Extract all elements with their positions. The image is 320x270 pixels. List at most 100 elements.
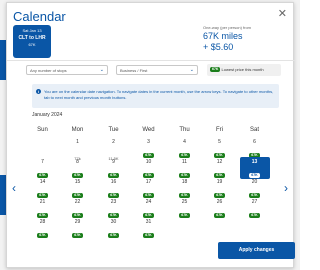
lowest-price-legend: 67K Lowest price this month	[207, 64, 281, 76]
calendar-day[interactable]: 30 67K	[99, 217, 129, 239]
day-number: 20	[251, 179, 258, 185]
calendar-day[interactable]: 12 67K	[205, 157, 235, 179]
price-summary: One-way (per person) from 67K miles + $5…	[203, 25, 251, 53]
previous-month-button[interactable]: ‹	[12, 182, 16, 194]
day-number: 4	[183, 139, 186, 145]
day-number: 18	[181, 179, 188, 185]
calendar-day[interactable]: 1 77k	[63, 137, 93, 161]
calendar-day[interactable]: 15 67K	[63, 177, 93, 199]
info-icon: i	[36, 89, 41, 94]
day-number: 3	[147, 139, 150, 145]
day-number: 24	[145, 199, 152, 205]
weekday-label: Sun	[37, 127, 48, 133]
day-number: 25	[181, 199, 188, 205]
day-number: 6	[253, 139, 256, 145]
legend-price-pill: 67K	[210, 67, 221, 73]
day-number: 27	[251, 199, 258, 205]
day-number: 8	[76, 159, 79, 165]
calendar-day[interactable]: 27 67K	[240, 197, 270, 219]
close-icon[interactable]: ✕	[278, 9, 287, 20]
calendar-day[interactable]: 28 67K	[28, 217, 58, 239]
day-price: 67K	[37, 233, 48, 239]
calendar-day[interactable]: 31 67K	[134, 217, 164, 239]
calendar-day[interactable]: 25 67K	[170, 197, 200, 219]
day-number: 21	[39, 199, 46, 205]
calendar-day[interactable]: 5 67K	[205, 137, 235, 159]
calendar-day[interactable]: 11 67K	[170, 157, 200, 179]
calendar-day[interactable]: 16 67K	[99, 177, 129, 199]
calendar-day[interactable]: 29 67K	[63, 217, 93, 239]
weekday-label: Wed	[142, 127, 155, 133]
calendar-day[interactable]: 14 67K	[28, 177, 58, 199]
price-miles: 67K miles	[203, 31, 243, 41]
selected-miles: 67K	[28, 42, 36, 47]
calendar-day[interactable]: 22 67K	[63, 197, 93, 219]
day-number: 22	[74, 199, 81, 205]
calendar-day[interactable]: 24 67K	[134, 197, 164, 219]
calendar-day[interactable]: 2 11.5K	[99, 137, 129, 161]
cabin-select-value: Business / First	[120, 68, 148, 73]
divider	[7, 60, 295, 61]
next-month-button[interactable]: ›	[284, 182, 288, 194]
apply-changes-button[interactable]: Apply changes	[218, 242, 295, 259]
day-number: 13	[251, 159, 258, 165]
weekday-label: Thu	[179, 127, 190, 133]
calendar-day[interactable]: 8 67K	[63, 157, 93, 179]
day-number: 7	[41, 159, 44, 165]
day-price: 67K	[143, 233, 154, 239]
calendar-day[interactable]: 7 67K	[28, 157, 58, 179]
calendar-day[interactable]: 19 67K	[205, 177, 235, 199]
calendar-day[interactable]: 20 67K	[240, 177, 270, 199]
calendar-day[interactable]: 21 67K	[28, 197, 58, 219]
legend-text: Lowest price this month	[221, 67, 264, 72]
info-text: You are on the calendar date navigation.…	[44, 89, 274, 100]
day-number: 29	[74, 219, 81, 225]
cabin-select[interactable]: Business / First ⌄	[116, 65, 198, 75]
month-label: January 2024	[32, 112, 63, 118]
day-number: 26	[216, 199, 223, 205]
weekday-label: Fri	[216, 127, 223, 133]
day-price: 67K	[179, 213, 190, 219]
stops-select[interactable]: Any number of stops ⌄	[26, 65, 108, 75]
day-number: 23	[110, 199, 117, 205]
day-price: 67K	[214, 213, 225, 219]
day-number: 1	[76, 139, 79, 145]
calendar-modal: Calendar ✕ Sat Jan 13 CLT to LHR 67K One…	[6, 2, 295, 268]
calendar-day[interactable]: 18 67K	[170, 177, 200, 199]
day-price: 67K	[72, 233, 83, 239]
day-number: 10	[145, 159, 152, 165]
calendar-day[interactable]: 17 67K	[134, 177, 164, 199]
calendar-day[interactable]: 3 67K	[134, 137, 164, 159]
day-number: 16	[110, 179, 117, 185]
day-number: 28	[39, 219, 46, 225]
calendar-day[interactable]: 4 67K	[170, 137, 200, 159]
calendar-day[interactable]: 6 67K	[240, 137, 270, 159]
calendar-day[interactable]: 13 67K	[239, 157, 270, 179]
modal-title: Calendar	[13, 9, 66, 24]
day-price: 67K	[108, 233, 119, 239]
day-number: 15	[74, 179, 81, 185]
day-number: 11	[181, 159, 188, 165]
info-banner: i You are on the calendar date navigatio…	[32, 84, 279, 108]
calendar-day[interactable]: 9 67K	[99, 157, 129, 179]
chevron-down-icon: ⌄	[189, 67, 194, 73]
weekday-label: Tue	[108, 127, 119, 133]
calendar-day[interactable]: 10 67K	[134, 157, 164, 179]
day-number: 14	[39, 179, 46, 185]
day-number: 17	[145, 179, 152, 185]
stops-select-value: Any number of stops	[30, 68, 67, 73]
day-number: 9	[112, 159, 115, 165]
chevron-down-icon: ⌄	[99, 67, 104, 73]
price-usd: + $5.60	[203, 42, 234, 52]
day-price: 67K	[249, 213, 260, 219]
day-number: 5	[218, 139, 221, 145]
calendar-day[interactable]: 23 67K	[99, 197, 129, 219]
calendar-day[interactable]: 26 67K	[205, 197, 235, 219]
weekday-label: Sat	[249, 127, 259, 133]
weekday-label: Mon	[71, 127, 84, 133]
selected-date-card[interactable]: Sat Jan 13 CLT to LHR 67K	[13, 25, 51, 58]
day-number: 12	[216, 159, 223, 165]
day-number: 30	[110, 219, 117, 225]
day-number: 2	[112, 139, 115, 145]
selected-route: CLT to LHR	[18, 35, 46, 41]
